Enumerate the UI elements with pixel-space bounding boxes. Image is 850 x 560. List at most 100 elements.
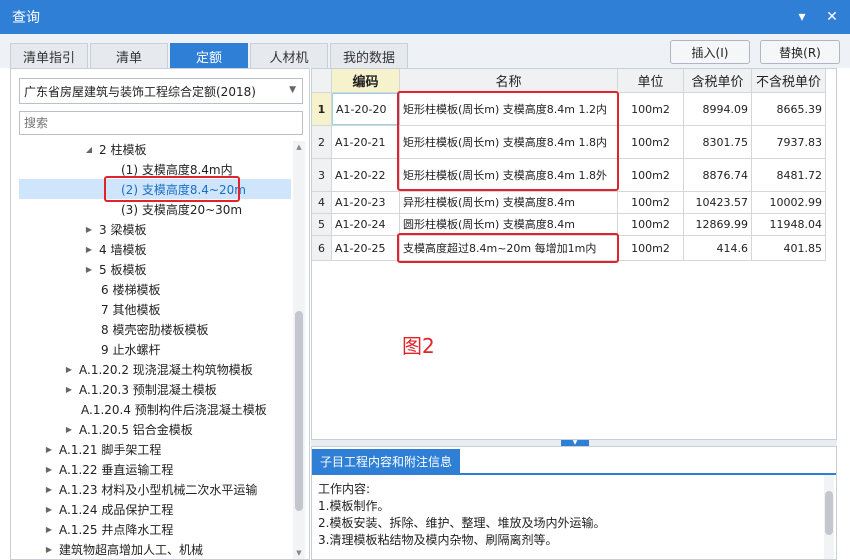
tab-labor-material-machine[interactable]: 人材机 xyxy=(250,43,328,68)
cell-price-tax[interactable]: 8301.75 xyxy=(684,126,752,158)
tree-item-a1-20-2[interactable]: ▶ A.1.20.2 现浇混凝土构筑物模板 xyxy=(19,359,291,379)
tree-expander-icon[interactable]: ▶ xyxy=(63,385,75,394)
cell-unit[interactable]: 100m2 xyxy=(618,93,684,125)
tree-expander-icon[interactable]: ▶ xyxy=(43,525,55,534)
tree-expander-icon[interactable]: ◢ xyxy=(83,145,95,154)
tree-item-label: (2) 支模高度8.4~20m xyxy=(121,182,246,197)
cell-unit[interactable]: 100m2 xyxy=(618,214,684,235)
tree-expander-icon[interactable]: ▶ xyxy=(83,245,95,254)
cell-code[interactable]: A1-20-24 xyxy=(332,214,400,235)
tree-expander-icon[interactable]: ▶ xyxy=(43,545,55,554)
cell-price-notax[interactable]: 11948.04 xyxy=(752,214,826,235)
cell-code[interactable]: A1-20-23 xyxy=(332,192,400,213)
search-input[interactable] xyxy=(19,111,303,135)
table-row[interactable]: 6 A1-20-25 支模高度超过8.4m~20m 每增加1m内 100m2 4… xyxy=(312,236,826,261)
cell-name[interactable]: 矩形柱模板(周长m) 支模高度8.4m 1.8内 xyxy=(400,126,618,158)
table-row[interactable]: 5 A1-20-24 圆形柱模板(周长m) 支模高度8.4m 100m2 128… xyxy=(312,214,826,236)
row-number: 3 xyxy=(312,159,332,191)
cell-unit[interactable]: 100m2 xyxy=(618,192,684,213)
tree-expander-icon[interactable]: ▶ xyxy=(63,425,75,434)
column-header-price-tax[interactable]: 含税单价 xyxy=(684,69,752,93)
table-row[interactable]: 4 A1-20-23 异形柱模板(周长m) 支模高度8.4m 100m2 104… xyxy=(312,192,826,214)
tree-expander-icon[interactable]: ▶ xyxy=(83,265,95,274)
tree-expander-icon[interactable]: ▶ xyxy=(63,365,75,374)
tree-item-beam-formwork[interactable]: ▶ 3 梁模板 xyxy=(19,219,291,239)
tree-item-waterstop-bolt[interactable]: 9 止水螺杆 xyxy=(19,339,291,359)
scrollbar-thumb[interactable] xyxy=(825,491,833,535)
scroll-up-icon[interactable]: ▲ xyxy=(293,143,305,151)
cell-price-notax[interactable]: 401.85 xyxy=(752,236,826,260)
cell-price-tax[interactable]: 12869.99 xyxy=(684,214,752,235)
tree-item-wall-formwork[interactable]: ▶ 4 墙模板 xyxy=(19,239,291,259)
cell-price-notax[interactable]: 7937.83 xyxy=(752,126,826,158)
scroll-down-icon[interactable]: ▼ xyxy=(293,549,305,557)
row-number: 2 xyxy=(312,126,332,158)
tree-item-a1-23[interactable]: ▶ A.1.23 材料及小型机械二次水平运输 xyxy=(19,479,291,499)
cell-price-notax[interactable]: 8481.72 xyxy=(752,159,826,191)
column-header-price-notax[interactable]: 不含税单价 xyxy=(752,69,826,93)
table-row[interactable]: 3 A1-20-22 矩形柱模板(周长m) 支模高度8.4m 1.8外 100m… xyxy=(312,159,826,192)
cell-price-notax[interactable]: 8665.39 xyxy=(752,93,826,125)
tree-item-label: 5 板模板 xyxy=(99,262,147,277)
tab-list-guide[interactable]: 清单指引 xyxy=(10,43,88,68)
tab-underline xyxy=(312,473,836,475)
cell-code[interactable]: A1-20-22 xyxy=(332,159,400,191)
tree-item-height-8-4-within[interactable]: (1) 支模高度8.4m内 xyxy=(19,159,291,179)
cell-name[interactable]: 圆形柱模板(周长m) 支模高度8.4m xyxy=(400,214,618,235)
tree-item-a1-20-4[interactable]: A.1.20.4 预制构件后浇混凝土模板 xyxy=(19,399,291,419)
tree-item-height-20-to-30[interactable]: (3) 支模高度20~30m xyxy=(19,199,291,219)
tree-item-stair-formwork[interactable]: 6 楼梯模板 xyxy=(19,279,291,299)
tree-item-column-formwork[interactable]: ◢ 2 柱模板 xyxy=(19,139,291,159)
tree-item-label: 8 模壳密肋楼板模板 xyxy=(101,322,209,337)
column-header-code[interactable]: 编码 xyxy=(332,69,400,93)
tab-list[interactable]: 清单 xyxy=(90,43,168,68)
minimize-icon[interactable]: ▾ xyxy=(790,5,814,29)
close-icon[interactable]: ✕ xyxy=(820,5,844,29)
tree-expander-icon[interactable]: ▶ xyxy=(43,485,55,494)
tree-item-a1-22[interactable]: ▶ A.1.22 垂直运输工程 xyxy=(19,459,291,479)
scrollbar-thumb[interactable] xyxy=(295,311,303,511)
cell-name[interactable]: 矩形柱模板(周长m) 支模高度8.4m 1.2内 xyxy=(400,93,618,125)
cell-code[interactable]: A1-20-21 xyxy=(332,126,400,158)
column-header-name[interactable]: 名称 xyxy=(400,69,618,93)
tree-expander-icon[interactable]: ▶ xyxy=(43,505,55,514)
tree-item-super-high[interactable]: ▶ 建筑物超高增加人工、机械 xyxy=(19,539,291,559)
tree-item-other-formwork[interactable]: 7 其他模板 xyxy=(19,299,291,319)
tab-work-content[interactable]: 子目工程内容和附注信息 xyxy=(312,449,461,473)
insert-button[interactable]: 插入(I) xyxy=(670,40,750,64)
tree-item-height-8-4-to-20[interactable]: (2) 支模高度8.4~20m xyxy=(19,179,291,199)
table-row[interactable]: 1 A1-20-20 矩形柱模板(周长m) 支模高度8.4m 1.2内 100m… xyxy=(312,93,826,126)
cell-price-notax[interactable]: 10002.99 xyxy=(752,192,826,213)
cell-price-tax[interactable]: 8876.74 xyxy=(684,159,752,191)
tree-expander-icon[interactable]: ▶ xyxy=(83,225,95,234)
column-header-unit[interactable]: 单位 xyxy=(618,69,684,93)
cell-code[interactable]: A1-20-20 xyxy=(332,93,400,125)
table-row[interactable]: 2 A1-20-21 矩形柱模板(周长m) 支模高度8.4m 1.8内 100m… xyxy=(312,126,826,159)
tree-item-a1-21[interactable]: ▶ A.1.21 脚手架工程 xyxy=(19,439,291,459)
tree-expander-icon[interactable]: ▶ xyxy=(43,445,55,454)
quota-book-select[interactable]: 广东省房屋建筑与装饰工程综合定额(2018) ▼ xyxy=(19,78,303,104)
replace-button[interactable]: 替换(R) xyxy=(760,40,840,64)
cell-unit[interactable]: 100m2 xyxy=(618,159,684,191)
cell-name[interactable]: 矩形柱模板(周长m) 支模高度8.4m 1.8外 xyxy=(400,159,618,191)
tree-item-label: 3 梁模板 xyxy=(99,222,147,237)
tree-item-a1-25[interactable]: ▶ A.1.25 井点降水工程 xyxy=(19,519,291,539)
tree-item-a1-20-3[interactable]: ▶ A.1.20.3 预制混凝土模板 xyxy=(19,379,291,399)
cell-price-tax[interactable]: 414.6 xyxy=(684,236,752,260)
tab-quota[interactable]: 定额 xyxy=(170,43,248,68)
tree-item-slab-formwork[interactable]: ▶ 5 板模板 xyxy=(19,259,291,279)
cell-code[interactable]: A1-20-25 xyxy=(332,236,400,260)
cell-unit[interactable]: 100m2 xyxy=(618,126,684,158)
tree-item-a1-20-5[interactable]: ▶ A.1.20.5 铝合金模板 xyxy=(19,419,291,439)
tree-item-a1-24[interactable]: ▶ A.1.24 成品保护工程 xyxy=(19,499,291,519)
tree-scrollbar[interactable]: ▲ ▼ xyxy=(293,141,305,559)
cell-name[interactable]: 支模高度超过8.4m~20m 每增加1m内 xyxy=(400,236,618,260)
detail-scrollbar[interactable] xyxy=(824,475,834,559)
tree-item-ribbed-slab-formwork[interactable]: 8 模壳密肋楼板模板 xyxy=(19,319,291,339)
tree-expander-icon[interactable]: ▶ xyxy=(43,465,55,474)
tab-my-data[interactable]: 我的数据 xyxy=(330,43,408,68)
cell-price-tax[interactable]: 8994.09 xyxy=(684,93,752,125)
cell-price-tax[interactable]: 10423.57 xyxy=(684,192,752,213)
cell-name[interactable]: 异形柱模板(周长m) 支模高度8.4m xyxy=(400,192,618,213)
cell-unit[interactable]: 100m2 xyxy=(618,236,684,260)
